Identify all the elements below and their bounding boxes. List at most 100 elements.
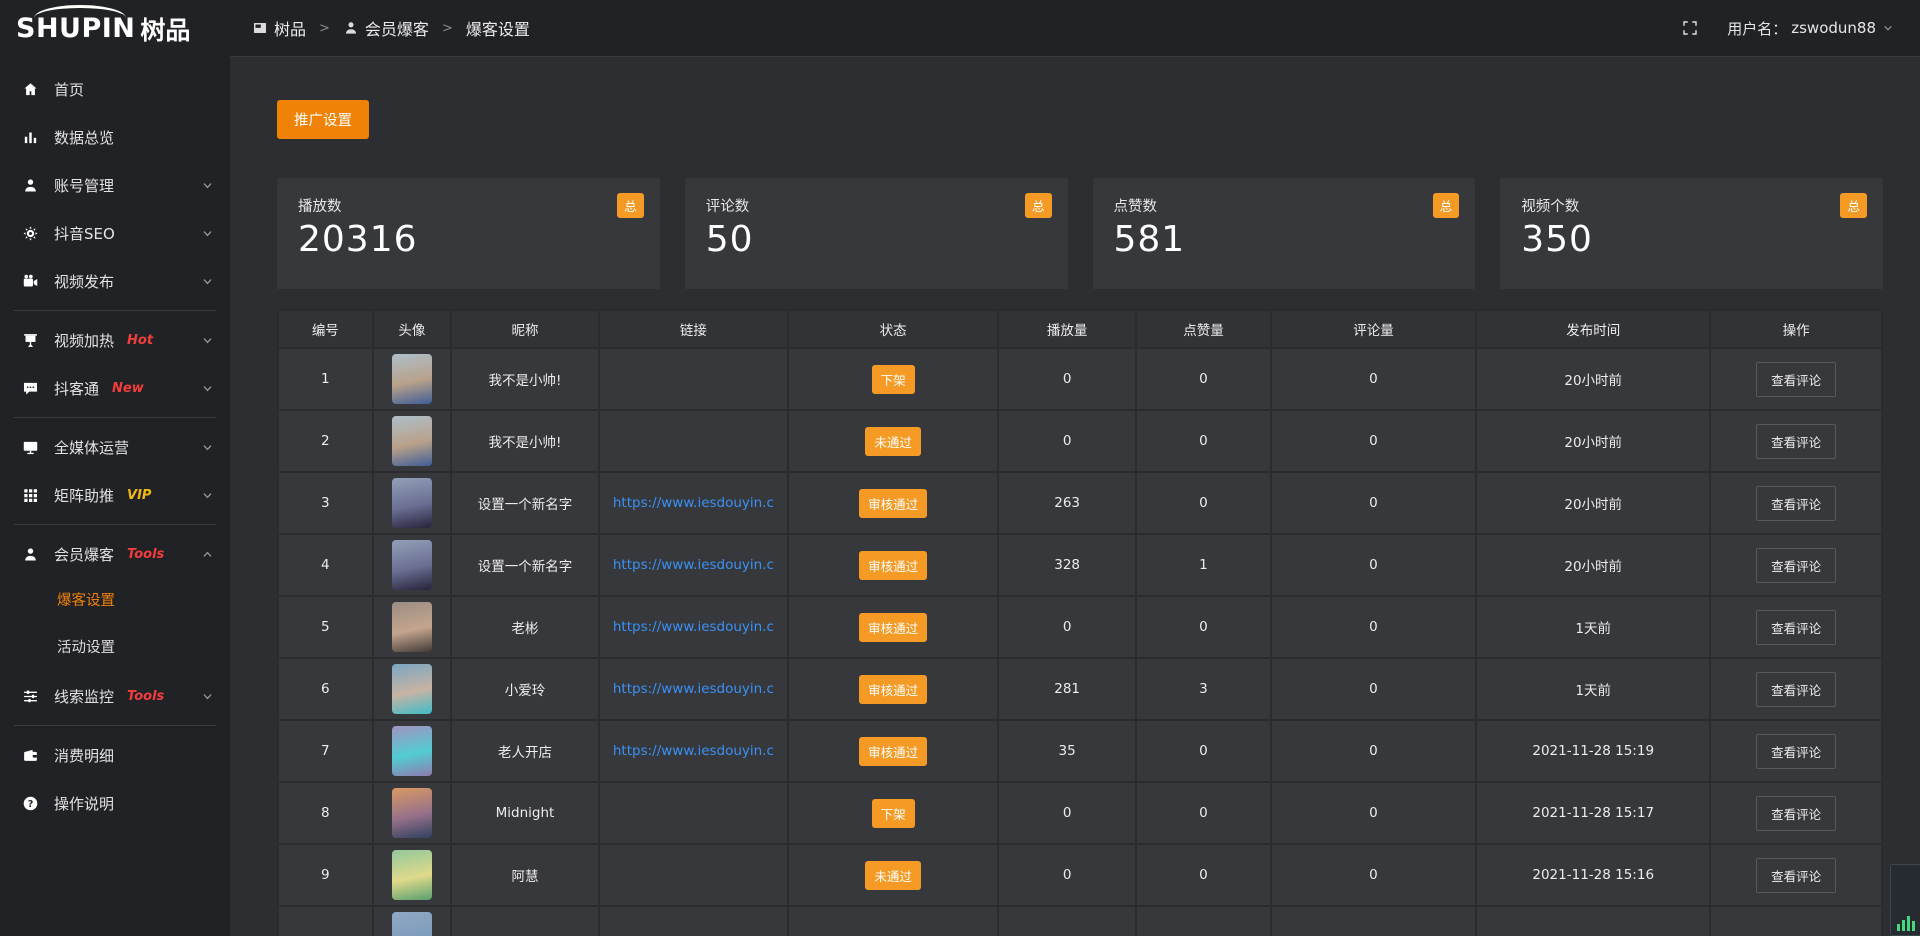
- avatar: [392, 726, 432, 776]
- widget-bar: [1907, 916, 1910, 931]
- stat-value: 350: [1521, 219, 1862, 260]
- cell-plays: 281: [998, 658, 1136, 720]
- username-value: zswodun88: [1791, 19, 1876, 37]
- logo[interactable]: SHUPIN 树品: [0, 0, 230, 57]
- cell-likes: 0: [1136, 410, 1271, 472]
- status-badge: 下架: [872, 365, 915, 394]
- breadcrumb-separator: >: [319, 21, 330, 36]
- col-header-nickname: 昵称: [451, 310, 599, 348]
- promo-settings-button[interactable]: 推广设置: [277, 100, 369, 139]
- video-link[interactable]: https://www.iesdouyin.c: [613, 681, 774, 697]
- sidebar-item-label: 会员爆客: [54, 544, 114, 565]
- cell-link: https://www.iesdouyin.c: [599, 472, 788, 534]
- video-link[interactable]: https://www.iesdouyin.c: [613, 495, 774, 511]
- breadcrumb-item-home[interactable]: 树品: [252, 16, 306, 40]
- page-title: 爆客设置: [466, 16, 530, 40]
- status-badge: 审核通过: [859, 737, 927, 766]
- cell-plays: 0: [998, 410, 1136, 472]
- cell-avatar: [373, 844, 452, 906]
- cell-plays: 328: [998, 534, 1136, 596]
- videos-table: 编号 头像 昵称 链接 状态 播放量 点赞量 评论量 发布时间 操作: [277, 309, 1883, 936]
- breadcrumb-item-current: 爆客设置: [466, 16, 530, 40]
- chevron-down-icon: [201, 179, 214, 192]
- breadcrumb-separator: >: [442, 21, 453, 36]
- stat-card-plays: 播放数 20316 总: [277, 178, 660, 289]
- view-comments-button[interactable]: 查看评论: [1756, 734, 1836, 769]
- cell-link: [599, 348, 788, 410]
- cell-comments: 0: [1271, 534, 1476, 596]
- stat-label: 点赞数: [1114, 195, 1455, 216]
- cell-time: 20小时前: [1476, 534, 1710, 596]
- cell-avatar: [373, 906, 452, 936]
- floating-widget[interactable]: [1890, 864, 1920, 936]
- view-comments-button[interactable]: 查看评论: [1756, 796, 1836, 831]
- fullscreen-icon[interactable]: [1681, 19, 1699, 37]
- video-link[interactable]: https://www.iesdouyin.c: [613, 557, 774, 573]
- sidebar-item-label: 抖音SEO: [54, 223, 115, 244]
- status-badge: 未通过: [865, 861, 921, 890]
- sidebar-item-label: 首页: [54, 79, 84, 100]
- cell-id: 7: [278, 720, 373, 782]
- view-comments-button[interactable]: 查看评论: [1756, 362, 1836, 397]
- chevron-down-icon: [1882, 22, 1894, 34]
- sidebar-item[interactable]: 操作说明: [0, 779, 230, 827]
- cell-avatar: [373, 720, 452, 782]
- sidebar-item[interactable]: 视频加热Hot: [0, 316, 230, 364]
- sidebar-item[interactable]: 全媒体运营: [0, 423, 230, 471]
- video-link[interactable]: https://www.iesdouyin.c: [613, 619, 774, 635]
- sidebar-item[interactable]: 抖音SEO: [0, 209, 230, 257]
- cell-avatar: [373, 410, 452, 472]
- cell-nickname: 阿慧: [451, 844, 599, 906]
- cell-nickname: 设置一个新名字: [451, 534, 599, 596]
- view-comments-button[interactable]: 查看评论: [1756, 548, 1836, 583]
- sidebar-item[interactable]: 账号管理: [0, 161, 230, 209]
- cell-plays: 35: [998, 720, 1136, 782]
- screen-icon: [22, 332, 39, 349]
- view-comments-button[interactable]: 查看评论: [1756, 610, 1836, 645]
- chevron-down-icon: [201, 334, 214, 347]
- sidebar-item[interactable]: 会员爆客 Tools: [0, 530, 230, 578]
- breadcrumb-label: 树品: [274, 16, 306, 40]
- sidebar-item-badge: New: [112, 381, 144, 396]
- sidebar-item[interactable]: 首页: [0, 65, 230, 113]
- table-header-row: 编号 头像 昵称 链接 状态 播放量 点赞量 评论量 发布时间 操作: [278, 310, 1882, 348]
- sidebar-subitem[interactable]: 活动设置: [0, 625, 230, 672]
- cell-comments: 0: [1271, 472, 1476, 534]
- cell-likes: 0: [1136, 782, 1271, 844]
- sidebar-item[interactable]: 抖客通New: [0, 364, 230, 412]
- sidebar-item[interactable]: 线索监控Tools: [0, 672, 230, 720]
- cell-time: 2021-11-28 15:16: [1476, 844, 1710, 906]
- cell-status: 审核通过: [788, 596, 998, 658]
- sidebar-item[interactable]: 矩阵助推VIP: [0, 471, 230, 519]
- grid-icon: [22, 487, 39, 504]
- sidebar-item-label: 矩阵助推: [54, 485, 114, 506]
- cell-plays: 0: [998, 844, 1136, 906]
- view-comments-button[interactable]: 查看评论: [1756, 424, 1836, 459]
- sidebar-item-badge: Tools: [127, 547, 164, 562]
- sidebar-item[interactable]: 消费明细: [0, 731, 230, 779]
- col-header-comments: 评论量: [1271, 310, 1476, 348]
- status-badge: 审核通过: [859, 675, 927, 704]
- stats-row: 播放数 20316 总 评论数 50 总 点赞数 581 总 视频个数 350: [277, 178, 1883, 289]
- cell-status: 未通过: [788, 410, 998, 472]
- cell-likes: 1: [1136, 534, 1271, 596]
- cell-time: 1天前: [1476, 596, 1710, 658]
- avatar: [392, 664, 432, 714]
- cell-actions: 查看评论: [1710, 782, 1882, 844]
- sidebar-divider: [14, 524, 216, 525]
- view-comments-button[interactable]: 查看评论: [1756, 486, 1836, 521]
- cell-comments: 0: [1271, 844, 1476, 906]
- breadcrumb-item-member[interactable]: 会员爆客: [343, 16, 429, 40]
- cell-link: https://www.iesdouyin.c: [599, 720, 788, 782]
- view-comments-button[interactable]: 查看评论: [1756, 672, 1836, 707]
- sidebar-subitem[interactable]: 爆客设置: [0, 578, 230, 625]
- view-comments-button[interactable]: 查看评论: [1756, 858, 1836, 893]
- status-badge: 未通过: [865, 427, 921, 456]
- sidebar-item[interactable]: 数据总览: [0, 113, 230, 161]
- cell-actions: 查看评论: [1710, 410, 1882, 472]
- col-header-status: 状态: [788, 310, 998, 348]
- user-menu[interactable]: 用户名： zswodun88: [1727, 18, 1894, 39]
- video-link[interactable]: https://www.iesdouyin.c: [613, 743, 774, 759]
- sidebar-item[interactable]: 视频发布: [0, 257, 230, 305]
- cell-nickname: 小爱玲: [451, 658, 599, 720]
